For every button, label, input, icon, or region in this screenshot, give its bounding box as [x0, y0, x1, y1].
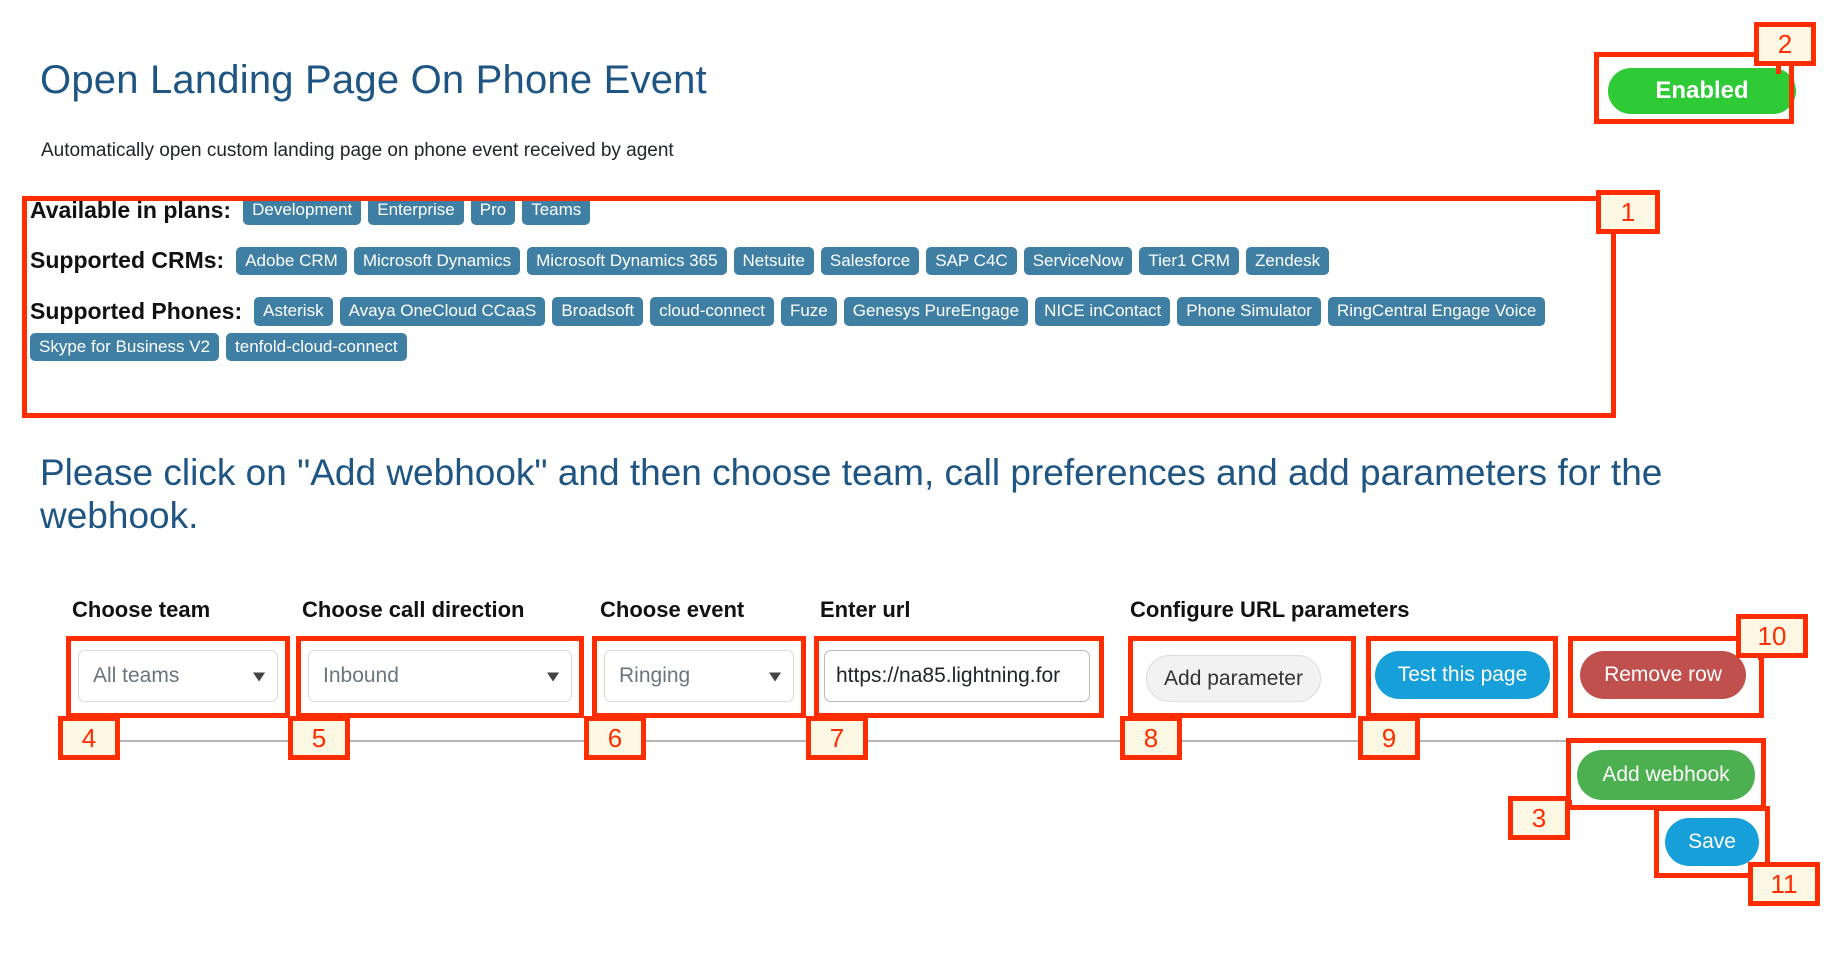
column-header-url-parameters: Configure URL parameters: [1130, 597, 1410, 622]
call-direction-select[interactable]: Inbound ▾: [308, 650, 572, 702]
chevron-down-icon: ▾: [253, 668, 265, 685]
url-input[interactable]: [824, 650, 1090, 702]
call-direction-select-value: Inbound: [323, 664, 399, 687]
column-header-call-direction: Choose call direction: [302, 597, 525, 622]
column-header-event: Choose event: [600, 597, 745, 622]
event-select-value: Ringing: [619, 664, 691, 687]
save-button[interactable]: Save: [1665, 818, 1759, 866]
team-select-value: All teams: [93, 664, 180, 687]
form-divider: [62, 740, 1752, 742]
add-parameter-button[interactable]: Add parameter: [1146, 655, 1321, 702]
team-select[interactable]: All teams ▾: [78, 650, 278, 702]
column-header-team: Choose team: [72, 597, 211, 622]
column-header-url: Enter url: [820, 597, 911, 622]
chevron-down-icon: ▾: [547, 668, 559, 685]
test-this-page-button[interactable]: Test this page: [1375, 651, 1550, 699]
chevron-down-icon: ▾: [769, 668, 781, 685]
add-webhook-button[interactable]: Add webhook: [1577, 750, 1755, 800]
event-select[interactable]: Ringing ▾: [604, 650, 794, 702]
remove-row-button[interactable]: Remove row: [1580, 651, 1746, 699]
webhook-form: Choose team Choose call direction Choose…: [0, 0, 1838, 970]
